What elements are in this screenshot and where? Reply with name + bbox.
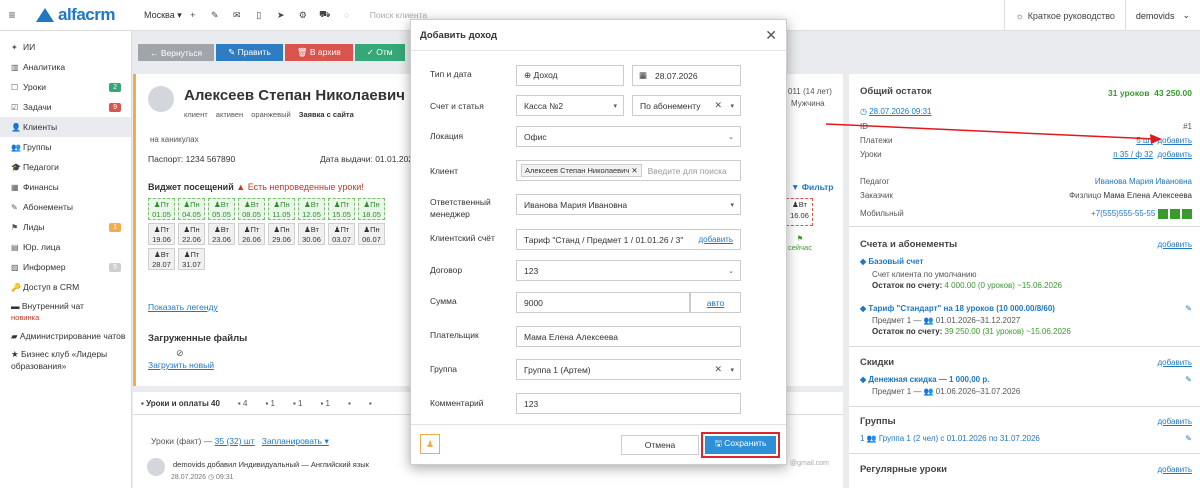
payer-input[interactable]: Мама Елена Алексеева	[516, 326, 741, 347]
auto-sum-label: авто	[706, 297, 725, 308]
client-account-value: Тариф "Станд / Предмет 1 / 01.01.26 / 3"	[524, 234, 684, 245]
cancel-button[interactable]: Отмена	[621, 435, 699, 455]
client-chip-label: Алексеев Степан Николаевич	[525, 166, 630, 175]
save-button[interactable]: 🖫 Сохранить	[705, 436, 776, 454]
client-account-select[interactable]: Тариф "Станд / Предмет 1 / 01.01.26 / 3"…	[516, 229, 741, 250]
chevron-down-icon: ▾	[730, 366, 734, 374]
chevron-down-icon: ▾	[730, 201, 734, 209]
location-value: Офис	[524, 131, 547, 142]
add-client-account-link[interactable]: добавить	[698, 235, 733, 244]
account-label: Счет и статья	[430, 101, 484, 111]
clear-icon[interactable]: ✕	[714, 364, 722, 375]
article-value: По абонементу	[640, 100, 701, 111]
contract-value: 123	[524, 265, 539, 276]
person-icon[interactable]: ♟	[420, 434, 440, 454]
client-search-placeholder: Введите для поиска	[647, 165, 727, 176]
sum-input[interactable]: 9000	[516, 292, 690, 313]
group-select[interactable]: Группа 1 (Артем) ✕ ▾	[516, 359, 741, 380]
client-chip[interactable]: Алексеев Степан Николаевич ✕	[521, 164, 642, 177]
sum-label: Сумма	[430, 296, 457, 306]
contract-label: Договор	[430, 265, 463, 275]
group-label: Группа	[430, 364, 457, 374]
calendar-icon: ▦	[639, 70, 648, 80]
type-select[interactable]: ⊕ Доход	[516, 65, 624, 86]
cash-select[interactable]: Касса №2 ▾	[516, 95, 624, 116]
clear-icon[interactable]: ✕	[714, 100, 722, 111]
remove-chip-icon[interactable]: ✕	[631, 166, 637, 175]
date-value: 28.07.2026	[655, 70, 698, 81]
date-input[interactable]: ▦ 28.07.2026	[632, 65, 741, 86]
article-select[interactable]: По абонементу ✕ ▾	[632, 95, 741, 116]
comment-input[interactable]: 123	[516, 393, 741, 414]
manager-label: Ответственный менеджер	[430, 197, 491, 219]
dialog-title: Добавить доход	[411, 20, 786, 51]
chevron-down-icon: ⌄	[728, 267, 734, 275]
client-account-label: Клиентский счёт	[430, 233, 495, 243]
group-value: Группа 1 (Артем)	[524, 364, 591, 375]
payer-label: Плательщик	[430, 330, 479, 340]
client-select[interactable]: Алексеев Степан Николаевич ✕ Введите для …	[516, 160, 741, 181]
chevron-down-icon: ▾	[730, 102, 734, 110]
close-icon[interactable]: ✕	[765, 27, 777, 44]
type-date-label: Тип и дата	[430, 69, 472, 79]
save-highlight: 🖫 Сохранить	[701, 432, 780, 458]
chevron-down-icon: ▾	[613, 102, 617, 110]
add-income-dialog: Добавить доход ✕ Тип и дата ⊕ Доход ▦ 28.…	[410, 19, 787, 465]
cash-value: Касса №2	[524, 100, 564, 111]
location-label: Локация	[430, 131, 464, 141]
auto-sum-button[interactable]: авто	[690, 292, 741, 313]
dialog-footer: ♟ Отмена 🖫 Сохранить	[411, 424, 786, 464]
comment-label: Комментарий	[430, 398, 484, 408]
manager-select[interactable]: Иванова Мария Ивановна ▾	[516, 194, 741, 215]
contract-select[interactable]: 123 ⌄	[516, 260, 741, 281]
chevron-down-icon: ⌄	[728, 133, 734, 141]
location-select[interactable]: Офис ⌄	[516, 126, 741, 147]
client-label: Клиент	[430, 166, 458, 176]
manager-value: Иванова Мария Ивановна	[524, 199, 628, 210]
